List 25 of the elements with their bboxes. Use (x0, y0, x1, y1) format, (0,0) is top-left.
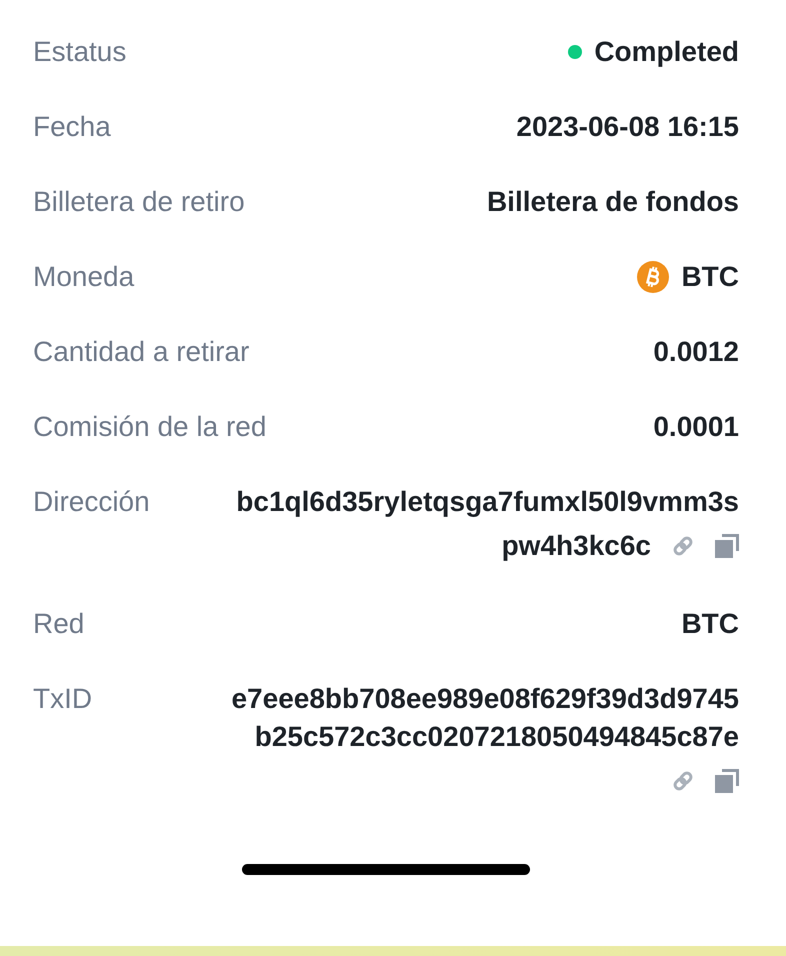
copy-icon[interactable] (715, 534, 739, 558)
field-label: Red (33, 607, 84, 641)
address-text: bc1ql6d35ryletqsga7fumxl50l9vmm3s (236, 485, 739, 519)
field-label: Dirección (33, 485, 150, 519)
field-value: BTC (681, 607, 739, 641)
address-text: pw4h3kc6c (502, 529, 651, 563)
coin-value: BTC (681, 260, 739, 294)
txid-text: b25c572c3cc0207218050494845c87e (254, 720, 739, 754)
field-value: Billetera de fondos (486, 185, 739, 219)
field-value: 2023-06-08 16:15 (516, 110, 739, 144)
field-value: 0.0001 (653, 410, 739, 444)
link-icon[interactable] (671, 534, 695, 558)
status-value: Completed (594, 35, 739, 69)
field-label: Billetera de retiro (33, 185, 245, 219)
field-label: Fecha (33, 110, 111, 144)
field-label: Cantidad a retirar (33, 335, 250, 369)
field-label: Moneda (33, 260, 134, 294)
link-icon[interactable] (671, 769, 695, 793)
txid-text: e7eee8bb708ee989e08f629f39d3d9745 (231, 682, 739, 716)
field-label: TxID (33, 682, 92, 716)
field-value: 0.0012 (653, 335, 739, 369)
field-label: Comisión de la red (33, 410, 266, 444)
copy-icon[interactable] (715, 769, 739, 793)
bitcoin-icon (637, 261, 670, 293)
field-label: Estatus (33, 35, 126, 69)
